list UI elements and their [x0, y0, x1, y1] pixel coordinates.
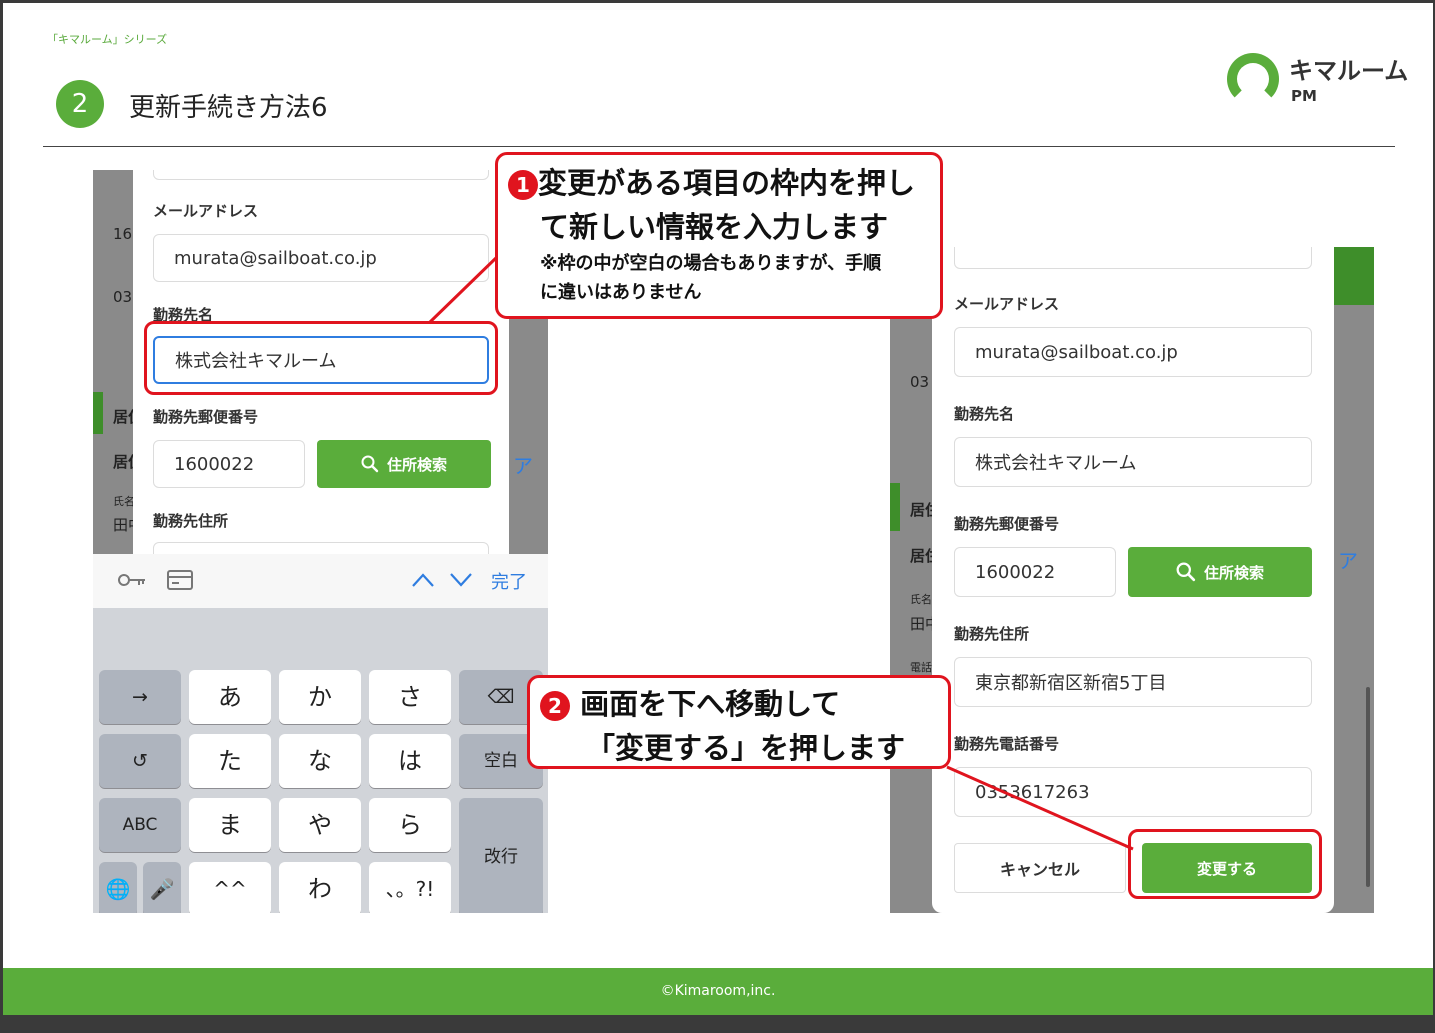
- callout-step-1: 1 変更がある項目の枠内を押し て新しい情報を入力します ※枠の中が空白の場合もあ…: [495, 152, 943, 319]
- callout-step-2: 2 画面を下へ移動して 「変更する」を押します: [527, 675, 951, 769]
- company-field-highlight: [144, 321, 498, 395]
- callout-1-note-2: に違いはありません: [540, 282, 702, 303]
- slide: 「キマルーム」シリーズ 2 更新手続き方法6 キマルーム PM 16 03 居住…: [3, 3, 1433, 1015]
- footer: ©Kimaroom,inc.: [3, 968, 1433, 1015]
- callout-2-line-2: 「変更する」を押します: [586, 731, 906, 765]
- submit-button-highlight: [1128, 829, 1322, 899]
- callout-1-badge: 1: [508, 170, 538, 200]
- callout-1-line-2: て新しい情報を入力します: [540, 210, 889, 244]
- callout-2-badge: 2: [540, 691, 570, 721]
- callout-2-line-1: 2 画面を下へ移動して: [540, 682, 948, 726]
- callout-1-line-1: 1 変更がある項目の枠内を押し: [508, 161, 940, 205]
- copyright: ©Kimaroom,inc.: [660, 983, 776, 999]
- callout-1-note-1: ※枠の中が空白の場合もありますが、手順: [540, 253, 882, 274]
